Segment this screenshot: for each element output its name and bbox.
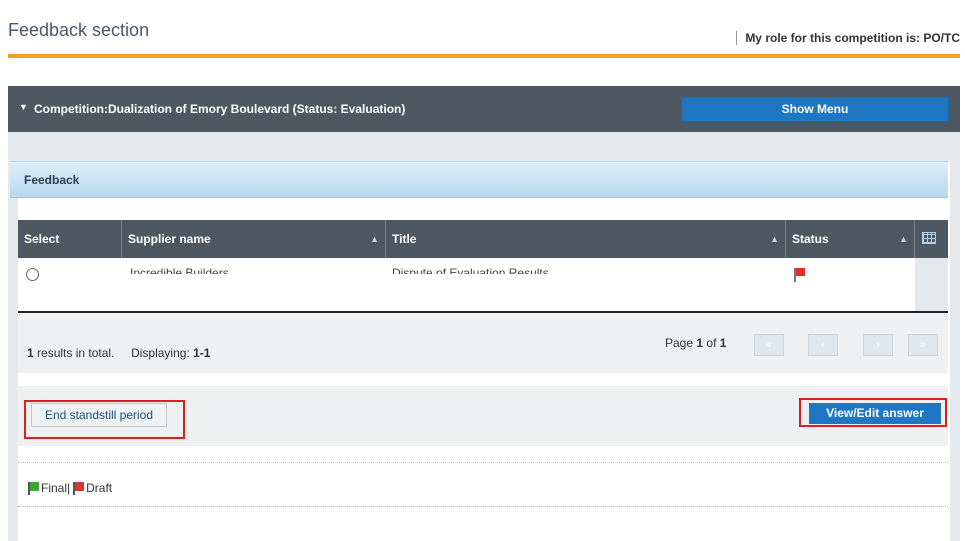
page-header: Feedback section My role for this compet… <box>0 0 965 58</box>
next-page-button[interactable]: › <box>863 334 893 356</box>
action-bar: End standstill period View/Edit answer <box>18 386 948 446</box>
column-label: Supplier name <box>128 232 211 246</box>
competition-bar[interactable]: ▼ Competition:Dualization of Emory Boule… <box>8 86 960 132</box>
column-label: Title <box>392 232 417 246</box>
draft-flag-icon <box>794 268 805 282</box>
legend-final-label: Final| <box>41 481 71 495</box>
view-edit-answer-button[interactable]: View/Edit answer <box>809 403 941 424</box>
header-divider <box>8 54 960 58</box>
divider <box>18 506 948 507</box>
first-page-button[interactable]: « <box>754 334 784 356</box>
row-end-cell <box>915 258 948 315</box>
sort-icon[interactable]: ▲ <box>370 220 379 258</box>
page-prefix: Page <box>665 336 694 350</box>
divider <box>18 462 948 463</box>
column-label: Status <box>792 232 829 246</box>
sort-icon[interactable]: ▲ <box>899 220 908 258</box>
column-label: Select <box>24 232 60 246</box>
end-standstill-period-button[interactable]: End standstill period <box>31 403 167 427</box>
show-menu-button[interactable]: Show Menu <box>681 97 949 122</box>
column-header-status[interactable]: Status ▲ <box>786 220 915 258</box>
page-of: of <box>706 336 717 350</box>
column-chooser-icon[interactable] <box>922 232 936 244</box>
status-legend: Final| Draft <box>28 481 112 495</box>
table-row[interactable]: Incredible Builders Dispute of Evaluatio… <box>18 258 948 315</box>
page-current: 1 <box>696 336 704 350</box>
displaying-label: Displaying: <box>131 346 190 360</box>
sort-icon[interactable]: ▲ <box>770 220 779 258</box>
draft-flag-icon <box>73 481 85 495</box>
page-title: Feedback section <box>8 20 150 40</box>
last-page-button[interactable]: » <box>908 334 938 356</box>
chevron-down-icon[interactable]: ▼ <box>19 102 28 112</box>
row-select-radio[interactable] <box>26 268 39 281</box>
competition-title: Competition:Dualization of Emory Bouleva… <box>34 102 406 116</box>
feedback-panel-header: Feedback <box>10 161 948 198</box>
supplier-name-cell: Incredible Builders <box>130 266 229 274</box>
page-indicator: Page 1 of 1 <box>665 336 726 350</box>
results-count: 1 <box>27 346 34 360</box>
column-header-select[interactable]: Select <box>18 220 122 258</box>
final-flag-icon <box>28 481 40 495</box>
feedback-title: Feedback <box>24 173 80 187</box>
page-total: 1 <box>719 336 727 350</box>
column-header-title[interactable]: Title ▲ <box>386 220 786 258</box>
pagination-bar: 1 results in total. Displaying: 1-1 Page… <box>18 313 948 373</box>
table-header: Select Supplier name ▲ Title ▲ Status ▲ <box>18 220 948 258</box>
title-cell: Dispute of Evaluation Results <box>392 266 549 274</box>
results-suffix: results in total. <box>37 346 115 360</box>
role-text: My role for this competition is: PO/TC <box>736 31 960 45</box>
legend-draft-label: Draft <box>86 481 113 495</box>
previous-page-button[interactable]: ‹ <box>808 334 838 356</box>
displaying-range: 1-1 <box>193 346 211 360</box>
column-header-supplier-name[interactable]: Supplier name ▲ <box>122 220 386 258</box>
results-summary: 1 results in total. Displaying: 1-1 <box>27 346 210 360</box>
